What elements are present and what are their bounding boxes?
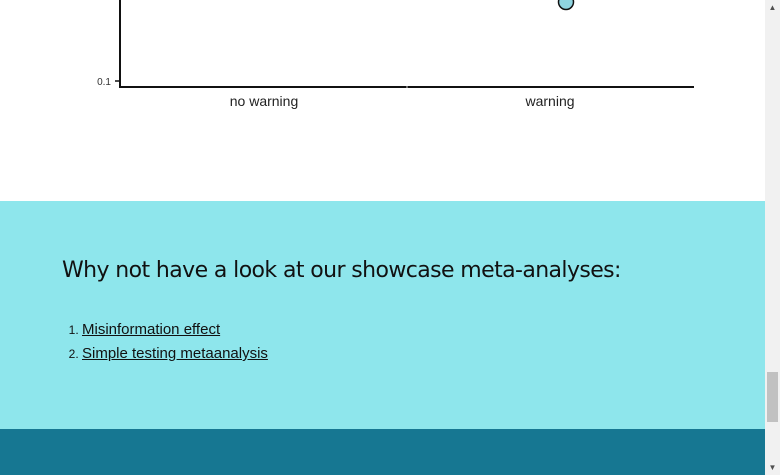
showcase-list: Misinformation effect Simple testing met… [62,318,268,366]
footer-bar [0,429,765,475]
chart-area: 0.1 no warning warning [0,0,765,201]
x-category-label-no-warning: no warning [230,93,299,109]
showcase-heading: Why not have a look at our showcase meta… [62,258,621,283]
simple-testing-link[interactable]: Simple testing metaanalysis [82,345,268,362]
list-item: Misinformation effect [82,318,268,342]
showcase-section: Why not have a look at our showcase meta… [0,201,765,429]
page-content: 0.1 no warning warning Why not have a lo… [0,0,765,475]
y-tick-label: 0.1 [97,77,111,88]
data-points [557,0,575,11]
scroll-down-arrow-icon[interactable]: ▼ [765,460,780,475]
list-item: Simple testing metaanalysis [82,342,268,366]
x-category-label-warning: warning [524,93,574,109]
vertical-scrollbar[interactable]: ▲ ▼ [765,0,780,475]
misinformation-effect-link[interactable]: Misinformation effect [82,321,220,338]
scroll-up-arrow-icon[interactable]: ▲ [765,0,780,15]
chart-svg: 0.1 no warning warning [97,0,694,109]
data-point-warning [557,0,575,11]
scrollbar-thumb[interactable] [767,372,778,422]
